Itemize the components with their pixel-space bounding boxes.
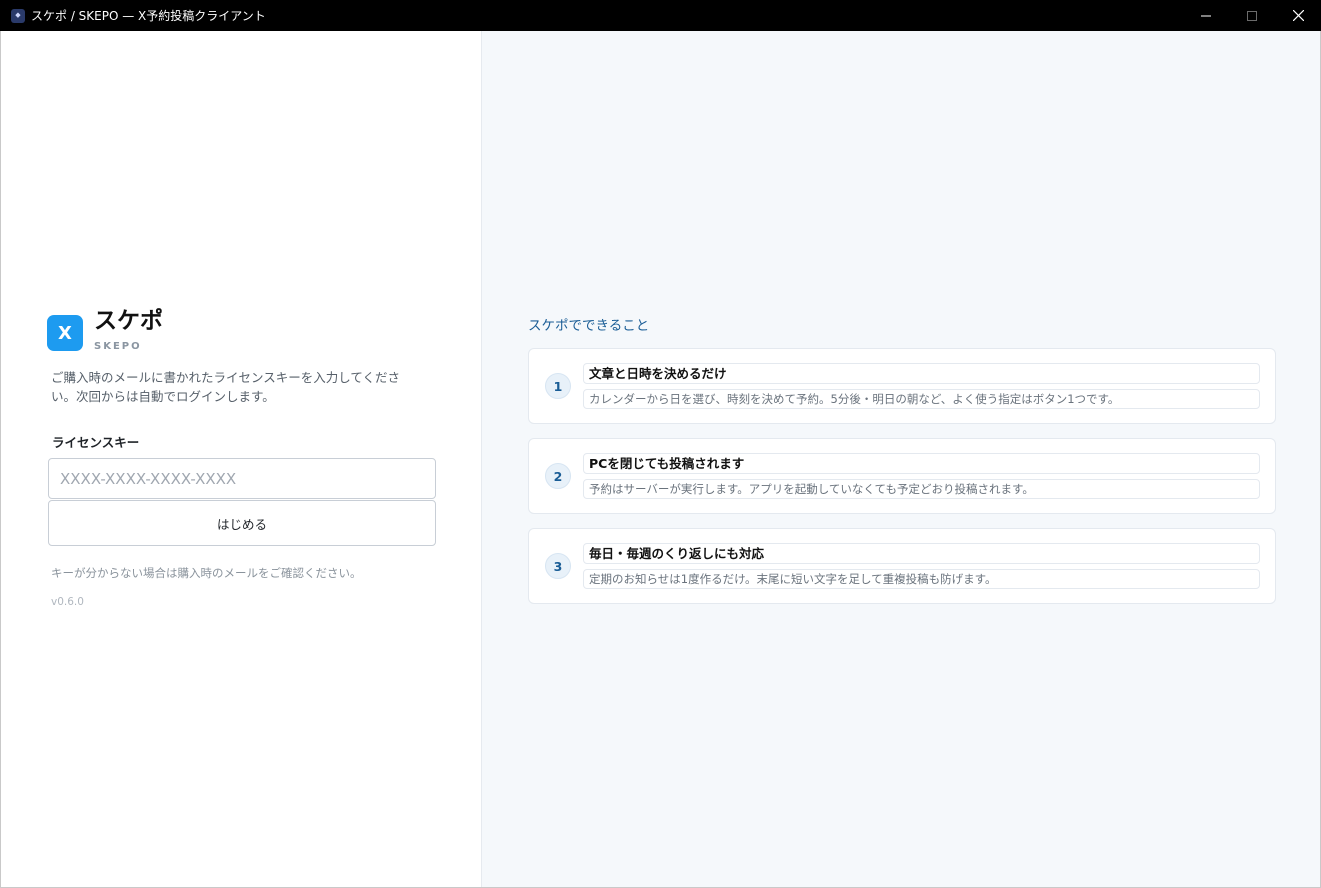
feature-description: 予約はサーバーが実行します。アプリを起動していなくても予定どおり投稿されます。	[583, 479, 1260, 499]
feature-description: 定期のお知らせは1度作るだけ。末尾に短い文字を足して重複投稿も防げます。	[583, 569, 1260, 589]
close-icon	[1292, 10, 1304, 21]
features-pane: スケポでできること 1 文章と日時を決めるだけ カレンダーから日を選び、時刻を決…	[482, 31, 1320, 887]
license-key-label: ライセンスキー	[52, 435, 140, 450]
feature-card: 1 文章と日時を決めるだけ カレンダーから日を選び、時刻を決めて予約。5分後・明…	[528, 348, 1276, 424]
window-controls	[1183, 0, 1321, 31]
start-button[interactable]: はじめる	[48, 500, 436, 546]
brand-text: スケポ SKEPO	[94, 307, 163, 352]
maximize-icon	[1247, 10, 1257, 21]
feature-number-badge: 2	[545, 463, 571, 489]
license-key-input[interactable]	[48, 458, 436, 499]
feature-card: 2 PCを閉じても投稿されます 予約はサーバーが実行します。アプリを起動していな…	[528, 438, 1276, 514]
app-content: X スケポ SKEPO ご購入時のメールに書かれたライセンスキーを入力してくださ…	[0, 31, 1321, 888]
feature-title: PCを閉じても投稿されます	[583, 453, 1260, 474]
feature-card: 3 毎日・毎週のくり返しにも対応 定期のお知らせは1度作るだけ。末尾に短い文字を…	[528, 528, 1276, 604]
minimize-icon	[1201, 15, 1211, 16]
feature-number-badge: 3	[545, 553, 571, 579]
features-title: スケポでできること	[528, 318, 650, 334]
login-intro: ご購入時のメールに書かれたライセンスキーを入力してください。次回からは自動でログ…	[51, 370, 401, 404]
app-icon: ◆	[11, 8, 25, 23]
brand-name: スケポ	[94, 308, 163, 334]
maximize-button[interactable]	[1229, 0, 1275, 31]
feature-title: 文章と日時を決めるだけ	[583, 363, 1260, 384]
x-logo-icon: X	[47, 315, 83, 351]
close-button[interactable]	[1275, 0, 1321, 31]
login-pane: X スケポ SKEPO ご購入時のメールに書かれたライセンスキーを入力してくださ…	[1, 31, 482, 887]
feature-title: 毎日・毎週のくり返しにも対応	[583, 543, 1260, 564]
version-label: v0.6.0	[51, 596, 84, 608]
help-text: キーが分からない場合は購入時のメールをご確認ください。	[51, 566, 362, 580]
brand-subtitle: SKEPO	[94, 341, 142, 352]
window-title: スケポ / SKEPO — X予約投稿クライアント	[31, 9, 266, 23]
minimize-button[interactable]	[1183, 0, 1229, 31]
window-titlebar: ◆ スケポ / SKEPO — X予約投稿クライアント	[0, 0, 1321, 31]
feature-number-badge: 1	[545, 373, 571, 399]
feature-description: カレンダーから日を選び、時刻を決めて予約。5分後・明日の朝など、よく使う指定はボ…	[583, 389, 1260, 409]
brand: X スケポ SKEPO	[47, 307, 163, 352]
